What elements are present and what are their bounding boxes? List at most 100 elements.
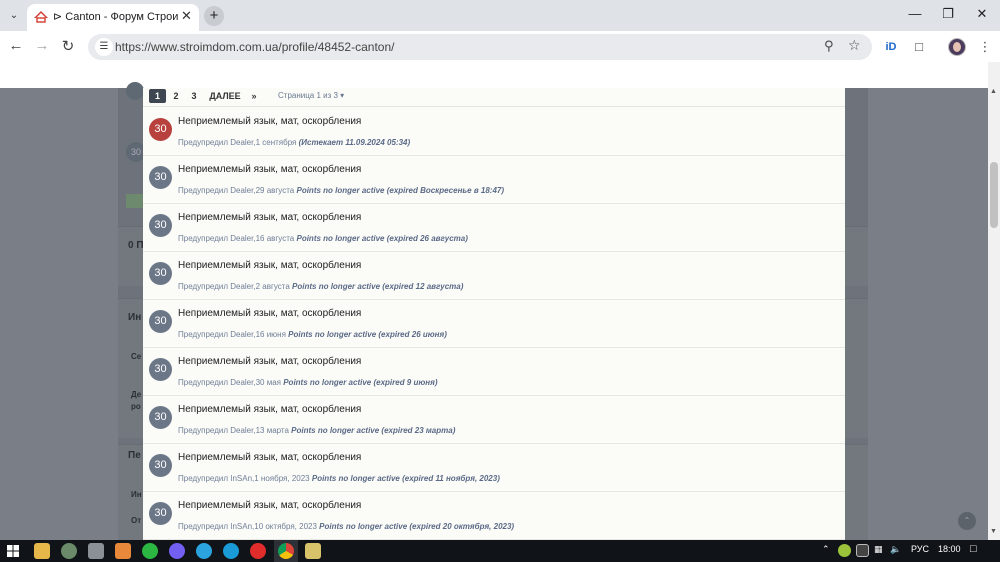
extension-id-icon[interactable]: iD — [882, 38, 900, 56]
warning-issuer-date: Предупредил Dealer,29 августа — [178, 186, 295, 195]
minimize-icon[interactable]: — — [905, 6, 925, 21]
warning-points-badge: 30 — [149, 166, 172, 189]
warning-row[interactable]: 30 Неприемлемый язык, мат, оскорбления Пре… — [143, 204, 845, 252]
warning-issuer-date: Предупредил InSAn,10 октября, 2023 — [178, 522, 317, 531]
new-tab-button[interactable]: + — [204, 6, 224, 26]
edge-icon[interactable] — [223, 543, 239, 559]
warning-reason[interactable]: Неприемлемый язык, мат, оскорбления — [178, 116, 361, 127]
reload-icon[interactable]: ↻ — [58, 37, 78, 55]
page-scrollbar[interactable]: ▲ ▼ — [988, 62, 1000, 540]
background-label: От — [131, 516, 142, 525]
tray-sync-icon[interactable] — [856, 544, 869, 557]
calculator-icon[interactable] — [88, 543, 104, 559]
opera-icon[interactable] — [250, 543, 266, 559]
app-orange-icon[interactable] — [115, 543, 131, 559]
back-to-top-icon[interactable]: ⌃ — [958, 512, 976, 530]
file-explorer-icon[interactable] — [34, 543, 50, 559]
page-2-button[interactable]: 2 — [169, 89, 183, 103]
warning-row[interactable]: 30 Неприемлемый язык, мат, оскорбления Пре… — [143, 300, 845, 348]
next-page-button[interactable]: ДАЛЕЕ — [207, 89, 243, 103]
volume-icon[interactable]: 🔈 — [890, 544, 901, 555]
warning-status: Points no longer active (expired 26 авгу… — [296, 234, 468, 243]
close-window-icon[interactable]: ✕ — [972, 6, 992, 22]
warning-points-badge: 30 — [149, 214, 172, 237]
pagination: 1 2 3 ДАЛЕЕ » Страница 1 из 3 ▾ — [143, 88, 845, 107]
warning-reason[interactable]: Неприемлемый язык, мат, оскорбления — [178, 452, 361, 463]
warning-reason[interactable]: Неприемлемый язык, мат, оскорбления — [178, 500, 361, 511]
address-bar[interactable]: ☰ https://www.stroimdom.com.ua/profile/4… — [88, 34, 872, 60]
url-text[interactable]: https://www.stroimdom.com.ua/profile/484… — [115, 40, 394, 54]
background-label: 0 П — [128, 240, 144, 251]
warning-row[interactable]: 30 Неприемлемый язык, мат, оскорбления Пре… — [143, 108, 845, 156]
background-label: Пе — [128, 450, 141, 461]
scroll-thumb[interactable] — [990, 162, 998, 228]
warning-meta: Предупредил Dealer,1 сентября (Истекает … — [178, 138, 410, 147]
warning-issuer-date: Предупредил Dealer,30 мая — [178, 378, 281, 387]
clock[interactable]: 18:00 — [938, 544, 961, 554]
tab-search-chevron-icon[interactable]: ⌄ — [4, 6, 24, 26]
forward-arrow-icon[interactable]: → — [32, 37, 52, 54]
extensions-puzzle-icon[interactable]: □ — [910, 38, 928, 56]
notifications-icon[interactable]: □ — [970, 543, 977, 555]
warning-status: Points no longer active (expired 9 июня) — [283, 378, 438, 387]
background-label: Ин — [128, 312, 142, 323]
site-settings-icon[interactable]: ☰ — [95, 38, 113, 56]
tray-chevron-icon[interactable]: ⌃ — [822, 544, 830, 555]
background-label: Се — [131, 352, 142, 361]
site-logo-icon — [34, 11, 48, 23]
restore-icon[interactable]: ❐ — [938, 6, 958, 22]
warning-meta: Предупредил Dealer,2 августа Points no l… — [178, 282, 463, 291]
warning-issuer-date: Предупредил Dealer,16 июня — [178, 330, 286, 339]
page-header-band — [0, 62, 988, 88]
tab-title: ⊳ Canton - Форум Строим Дом — [53, 11, 179, 23]
back-arrow-icon[interactable]: ← — [6, 37, 26, 54]
app-icon[interactable] — [61, 543, 77, 559]
browser-tab[interactable]: ⊳ Canton - Форум Строим Дом ✕ — [27, 4, 199, 31]
warning-meta: Предупредил InSAn,10 октября, 2023 Point… — [178, 522, 514, 531]
warning-points-badge: 30 — [149, 406, 172, 429]
scroll-down-icon[interactable]: ▼ — [990, 528, 997, 535]
warning-reason[interactable]: Неприемлемый язык, мат, оскорбления — [178, 404, 361, 415]
page-1-button[interactable]: 1 — [149, 89, 166, 103]
windows-start-icon[interactable] — [7, 545, 19, 557]
warning-row[interactable]: 30 Неприемлемый язык, мат, оскорбления Пре… — [143, 348, 845, 396]
zoom-icon[interactable]: ⚲ — [824, 38, 834, 54]
warning-meta: Предупредил Dealer,13 марта Points no lo… — [178, 426, 455, 435]
warning-row[interactable]: 30 Неприемлемый язык, мат, оскорбления Пре… — [143, 396, 845, 444]
warning-reason[interactable]: Неприемлемый язык, мат, оскорбления — [178, 212, 361, 223]
menu-kebab-icon[interactable]: ⋮ — [976, 38, 994, 56]
app-yellow-icon[interactable] — [305, 543, 321, 559]
warning-status: Points no longer active (expired 11 нояб… — [311, 474, 500, 483]
profile-avatar[interactable] — [948, 38, 966, 56]
warning-row[interactable]: 30 Неприемлемый язык, мат, оскорбления Пре… — [143, 252, 845, 300]
warning-meta: Предупредил Dealer,16 июня Points no lon… — [178, 330, 447, 339]
warning-row[interactable]: 30 Неприемлемый язык, мат, оскорбления Пре… — [143, 444, 845, 492]
warning-meta: Предупредил Dealer,30 мая Points no long… — [178, 378, 437, 387]
page-3-button[interactable]: 3 — [187, 89, 201, 103]
warning-points-badge: 30 — [149, 502, 172, 525]
bookmark-star-icon[interactable]: ☆ — [848, 37, 861, 54]
tray-app-icon[interactable] — [838, 544, 851, 557]
warning-meta: Предупредил InSAn,1 ноября, 2023 Points … — [178, 474, 500, 483]
browser-toolbar: ← → ↻ ☰ https://www.stroimdom.com.ua/pro… — [0, 31, 1000, 62]
warning-issuer-date: Предупредил InSAn,1 ноября, 2023 — [178, 474, 310, 483]
warning-points-badge: 30 — [149, 310, 172, 333]
page-status-dropdown[interactable]: Страница 1 из 3 ▾ — [278, 89, 344, 103]
scroll-up-icon[interactable]: ▲ — [990, 88, 997, 95]
viber-icon[interactable] — [169, 543, 185, 559]
chrome-icon[interactable] — [278, 543, 294, 559]
whatsapp-icon[interactable] — [142, 543, 158, 559]
warning-reason[interactable]: Неприемлемый язык, мат, оскорбления — [178, 356, 361, 367]
tab-close-icon[interactable]: ✕ — [181, 8, 192, 24]
warning-reason[interactable]: Неприемлемый язык, мат, оскорбления — [178, 164, 361, 175]
warning-row[interactable]: 30 Неприемлемый язык, мат, оскорбления Пре… — [143, 492, 845, 540]
keyboard-language[interactable]: РУС — [911, 544, 929, 554]
network-icon[interactable]: ▦ — [874, 544, 883, 555]
warning-meta: Предупредил Dealer,29 августа Points no … — [178, 186, 504, 195]
telegram-icon[interactable] — [196, 543, 212, 559]
warning-reason[interactable]: Неприемлемый язык, мат, оскорбления — [178, 260, 361, 271]
warning-issuer-date: Предупредил Dealer,1 сентября — [178, 138, 297, 147]
last-page-button[interactable]: » — [247, 89, 261, 103]
warning-row[interactable]: 30 Неприемлемый язык, мат, оскорбления Пре… — [143, 156, 845, 204]
warning-reason[interactable]: Неприемлемый язык, мат, оскорбления — [178, 308, 361, 319]
